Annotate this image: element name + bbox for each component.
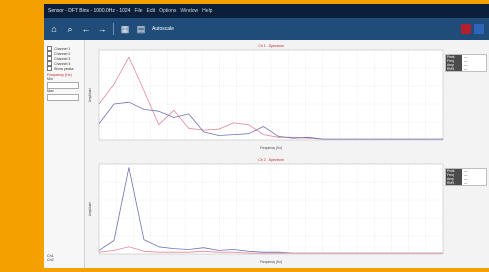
max-input[interactable] (47, 94, 79, 101)
min-input[interactable] (47, 82, 79, 89)
y-axis-label: Amplitude (88, 202, 92, 216)
sidebar-item-label: Channel 3 (54, 56, 71, 61)
home-icon[interactable]: ⌂ (49, 24, 59, 34)
window-title: Sensor - DFT Bins - 1000.0Hz - 1024 (48, 8, 131, 14)
menu-bar: File Edit Options Window Help (134, 8, 212, 14)
sidebar: Channel 1 Channel 2 Channel 3 Channel 4 … (44, 40, 85, 268)
sidebar-item-label: Channel 1 (54, 46, 71, 51)
sidebar-item-label: Channel 4 (54, 61, 71, 66)
chart-panel-1: Ch 1 - Spectrum Frequency (Hz) Amplitude P… (85, 40, 489, 154)
menu-edit[interactable]: Edit (147, 8, 156, 14)
checkbox[interactable] (47, 66, 52, 71)
menu-window[interactable]: Window (180, 8, 198, 14)
sidebar-item-label: Show peaks (54, 66, 74, 71)
grid-icon[interactable]: ▦ (120, 24, 130, 34)
menu-options[interactable]: Options (159, 8, 176, 14)
y-axis-label: Amplitude (88, 88, 92, 102)
autoscale-button[interactable]: Autoscale (152, 26, 174, 32)
legend-key: RMS (446, 181, 462, 185)
plot-area: Ch 1 - Spectrum Frequency (Hz) Amplitude P… (85, 40, 489, 268)
min-label: Min (47, 77, 53, 81)
x-axis-label: Frequency (Hz) (260, 146, 282, 150)
chart-legend-2: Peak — Freq — Amp — RMS — (445, 168, 487, 186)
chart-title: Ch 2 - Spectrum (258, 158, 284, 162)
max-label: Max (47, 89, 54, 93)
run-icon[interactable] (474, 24, 484, 34)
menu-file[interactable]: File (134, 8, 142, 14)
toolbar-separator (113, 23, 114, 35)
app-window: Sensor - DFT Bins - 1000.0Hz - 1024 File… (44, 4, 489, 268)
x-axis-label: Frequency (Hz) (260, 260, 282, 264)
spectrum-chart-1[interactable]: Ch 1 - Spectrum Frequency (Hz) Amplitude (85, 40, 489, 154)
legend-row: RMS — (446, 67, 486, 71)
footer-ch2: Ch2 (47, 258, 54, 262)
legend-value: — (464, 67, 468, 71)
legend-value: — (464, 181, 468, 185)
chart-icon[interactable]: ▤ (136, 24, 146, 34)
legend-row: RMS — (446, 181, 486, 185)
toolbar: ⌂ ⌕ ← → ▦ ▤ Autoscale (44, 18, 489, 40)
frequency-group: Frequency (Hz) Min Max (47, 73, 81, 101)
menu-help[interactable]: Help (202, 8, 212, 14)
legend-key: RMS (446, 67, 462, 71)
title-bar: Sensor - DFT Bins - 1000.0Hz - 1024 File… (44, 4, 489, 18)
sidebar-item-peaks[interactable]: Show peaks (47, 66, 81, 71)
chart-title: Ch 1 - Spectrum (258, 44, 284, 48)
forward-icon[interactable]: → (97, 24, 107, 34)
toolbar-right (461, 24, 484, 34)
stop-icon[interactable] (461, 24, 471, 34)
chart-legend-1: Peak — Freq — Amp — RMS — (445, 54, 487, 72)
back-icon[interactable]: ← (81, 24, 91, 34)
sidebar-footer: Ch1 Ch2 (47, 254, 54, 262)
zoom-icon[interactable]: ⌕ (65, 24, 75, 34)
chart-panel-2: Ch 2 - Spectrum Frequency (Hz) Amplitude P… (85, 154, 489, 268)
sidebar-item-label: Channel 2 (54, 51, 71, 56)
spectrum-chart-2[interactable]: Ch 2 - Spectrum Frequency (Hz) Amplitude (85, 154, 489, 268)
channel-group: Channel 1 Channel 2 Channel 3 Channel 4 … (47, 46, 81, 71)
